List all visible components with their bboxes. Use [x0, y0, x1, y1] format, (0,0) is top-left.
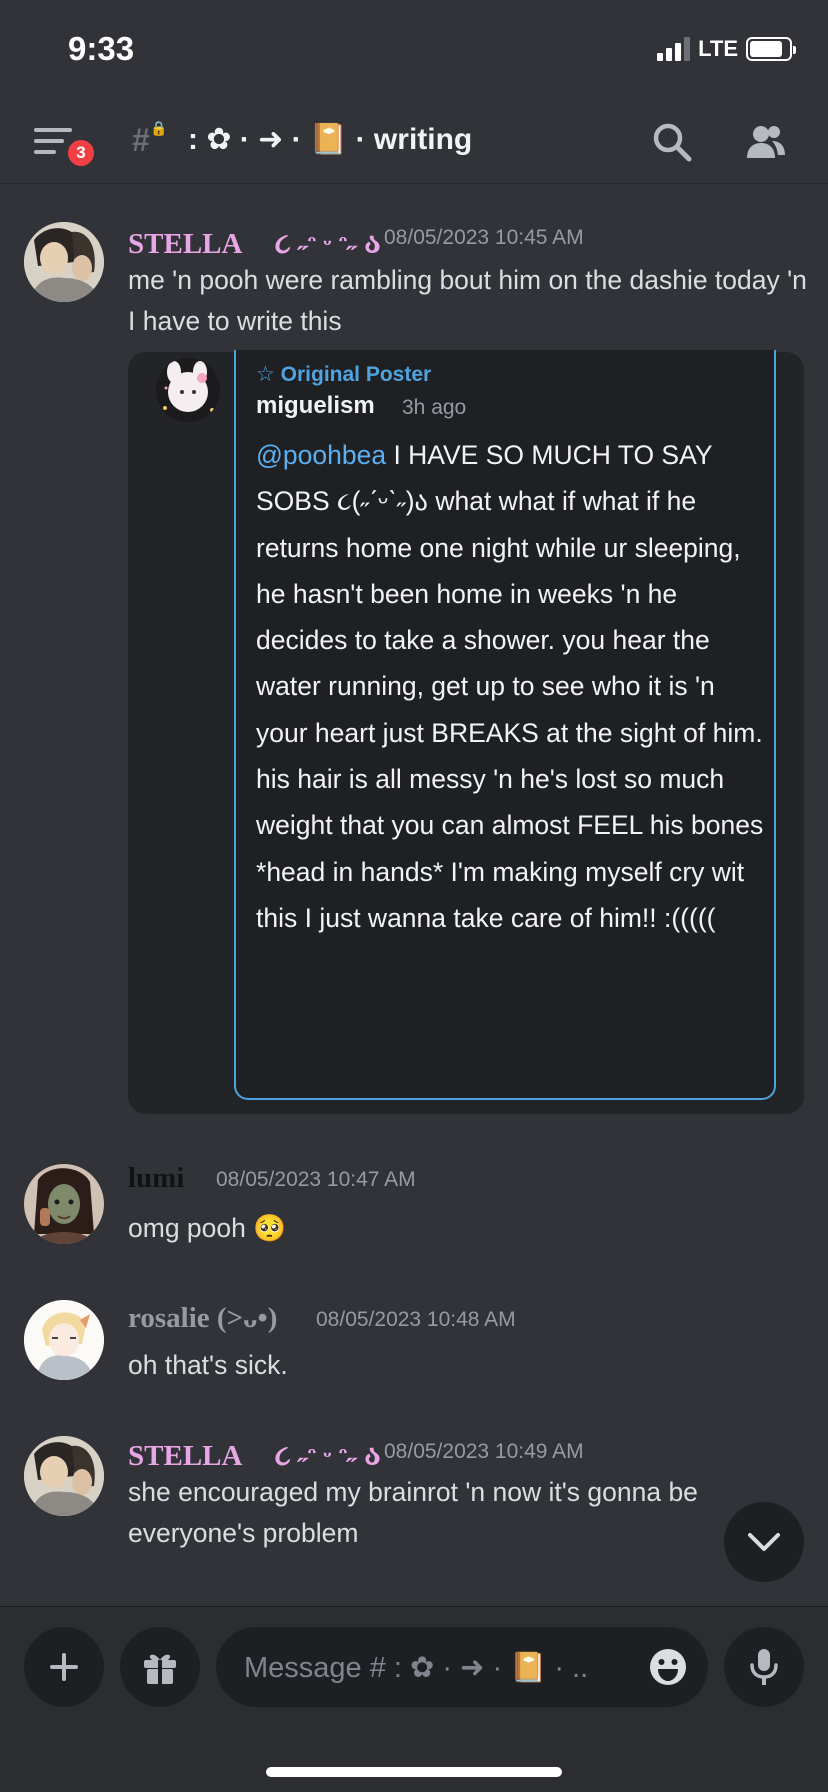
channel-name[interactable]: : ✿ · ➜ · 📔 · writing: [188, 122, 472, 157]
rosalie-avatar[interactable]: [24, 1300, 104, 1380]
network-label: LTE: [698, 36, 738, 61]
embed-username[interactable]: miguelism: [256, 392, 375, 420]
stella-avatar[interactable]: [24, 222, 104, 302]
message-author[interactable]: lumi: [128, 1162, 184, 1195]
emoji-icon[interactable]: [648, 1647, 688, 1687]
signal-icon: [657, 37, 691, 61]
embed-body: I HAVE SO MUCH TO SAY SOBS ૮(˶ˊᵕˋ˶)ა wha…: [256, 440, 764, 933]
forwarded-post-embed[interactable]: ☆ Original Poster miguelism 3h ago @pooh…: [128, 350, 804, 1114]
stella-avatar[interactable]: [24, 1436, 104, 1516]
channel-hash-icon: #: [132, 122, 150, 158]
miguelism-avatar[interactable]: [156, 358, 220, 422]
members-icon[interactable]: [744, 120, 788, 164]
discord-screen: 9:33 LTE 3 # 🔒 : ✿ · ➜ · 📔 · writing STE…: [0, 0, 828, 1792]
embed-text: @poohbea I HAVE SO MUCH TO SAY SOBS ૮(˶ˊ…: [256, 432, 766, 941]
message-author[interactable]: STELLA ㅤ૮ ˶ᵔ ᵕ ᵔ˶ აㅤ: [128, 1432, 408, 1474]
unread-badge: 3: [64, 136, 98, 170]
add-attachment-button[interactable]: [24, 1627, 104, 1707]
message-composer: Message # : ✿ · ➜ · 📔 · ..: [0, 1606, 828, 1792]
star-icon: ☆: [256, 363, 275, 386]
home-indicator[interactable]: [266, 1767, 562, 1777]
status-time: 9:33: [68, 30, 135, 67]
message-timestamp: 08/05/2023 10:49 AM: [384, 1440, 584, 1463]
voice-message-button[interactable]: [724, 1627, 804, 1707]
message-text: me 'n pooh were rambling bout him on the…: [128, 265, 807, 336]
chevron-down-icon: [748, 1533, 780, 1551]
original-post-card[interactable]: ☆ Original Poster miguelism 3h ago @pooh…: [234, 350, 776, 1100]
battery-icon: [746, 37, 796, 61]
user-mention[interactable]: @poohbea: [256, 440, 386, 470]
message-text: omg pooh 🥺: [128, 1213, 287, 1243]
lock-icon: 🔒: [150, 120, 168, 136]
status-bar: 9:33 LTE: [0, 0, 828, 100]
message-author[interactable]: STELLA ㅤ૮ ˶ᵔ ᵕ ᵔ˶ აㅤ: [128, 220, 408, 262]
message-author[interactable]: rosalie (>ᴗ•): [128, 1302, 277, 1335]
lumi-avatar[interactable]: [24, 1164, 104, 1244]
microphone-icon: [750, 1649, 778, 1685]
jump-to-latest-button[interactable]: [724, 1502, 804, 1582]
gift-button[interactable]: [120, 1627, 200, 1707]
gift-icon: [144, 1654, 176, 1684]
message-text: oh that's sick.: [128, 1350, 288, 1380]
battery-level: [750, 41, 783, 57]
message-timestamp: 08/05/2023 10:48 AM: [316, 1308, 516, 1331]
channel-header: 3 # 🔒 : ✿ · ➜ · 📔 · writing: [0, 100, 828, 184]
message-text: she encouraged my brainrot 'n now it's g…: [128, 1477, 698, 1548]
plus-icon: [50, 1653, 78, 1681]
message-input[interactable]: Message # : ✿ · ➜ · 📔 · ..: [216, 1627, 708, 1707]
embed-time-ago: 3h ago: [402, 396, 467, 419]
message-timestamp: 08/05/2023 10:45 AM: [384, 226, 584, 249]
status-indicators: LTE: [657, 36, 796, 62]
menu-button[interactable]: 3: [34, 124, 98, 174]
original-poster-label: ☆ Original Poster: [256, 363, 432, 386]
message-placeholder: Message # : ✿ · ➜ · 📔 · ..: [244, 1652, 589, 1684]
message-timestamp: 08/05/2023 10:47 AM: [216, 1168, 416, 1191]
search-icon[interactable]: [650, 120, 694, 164]
